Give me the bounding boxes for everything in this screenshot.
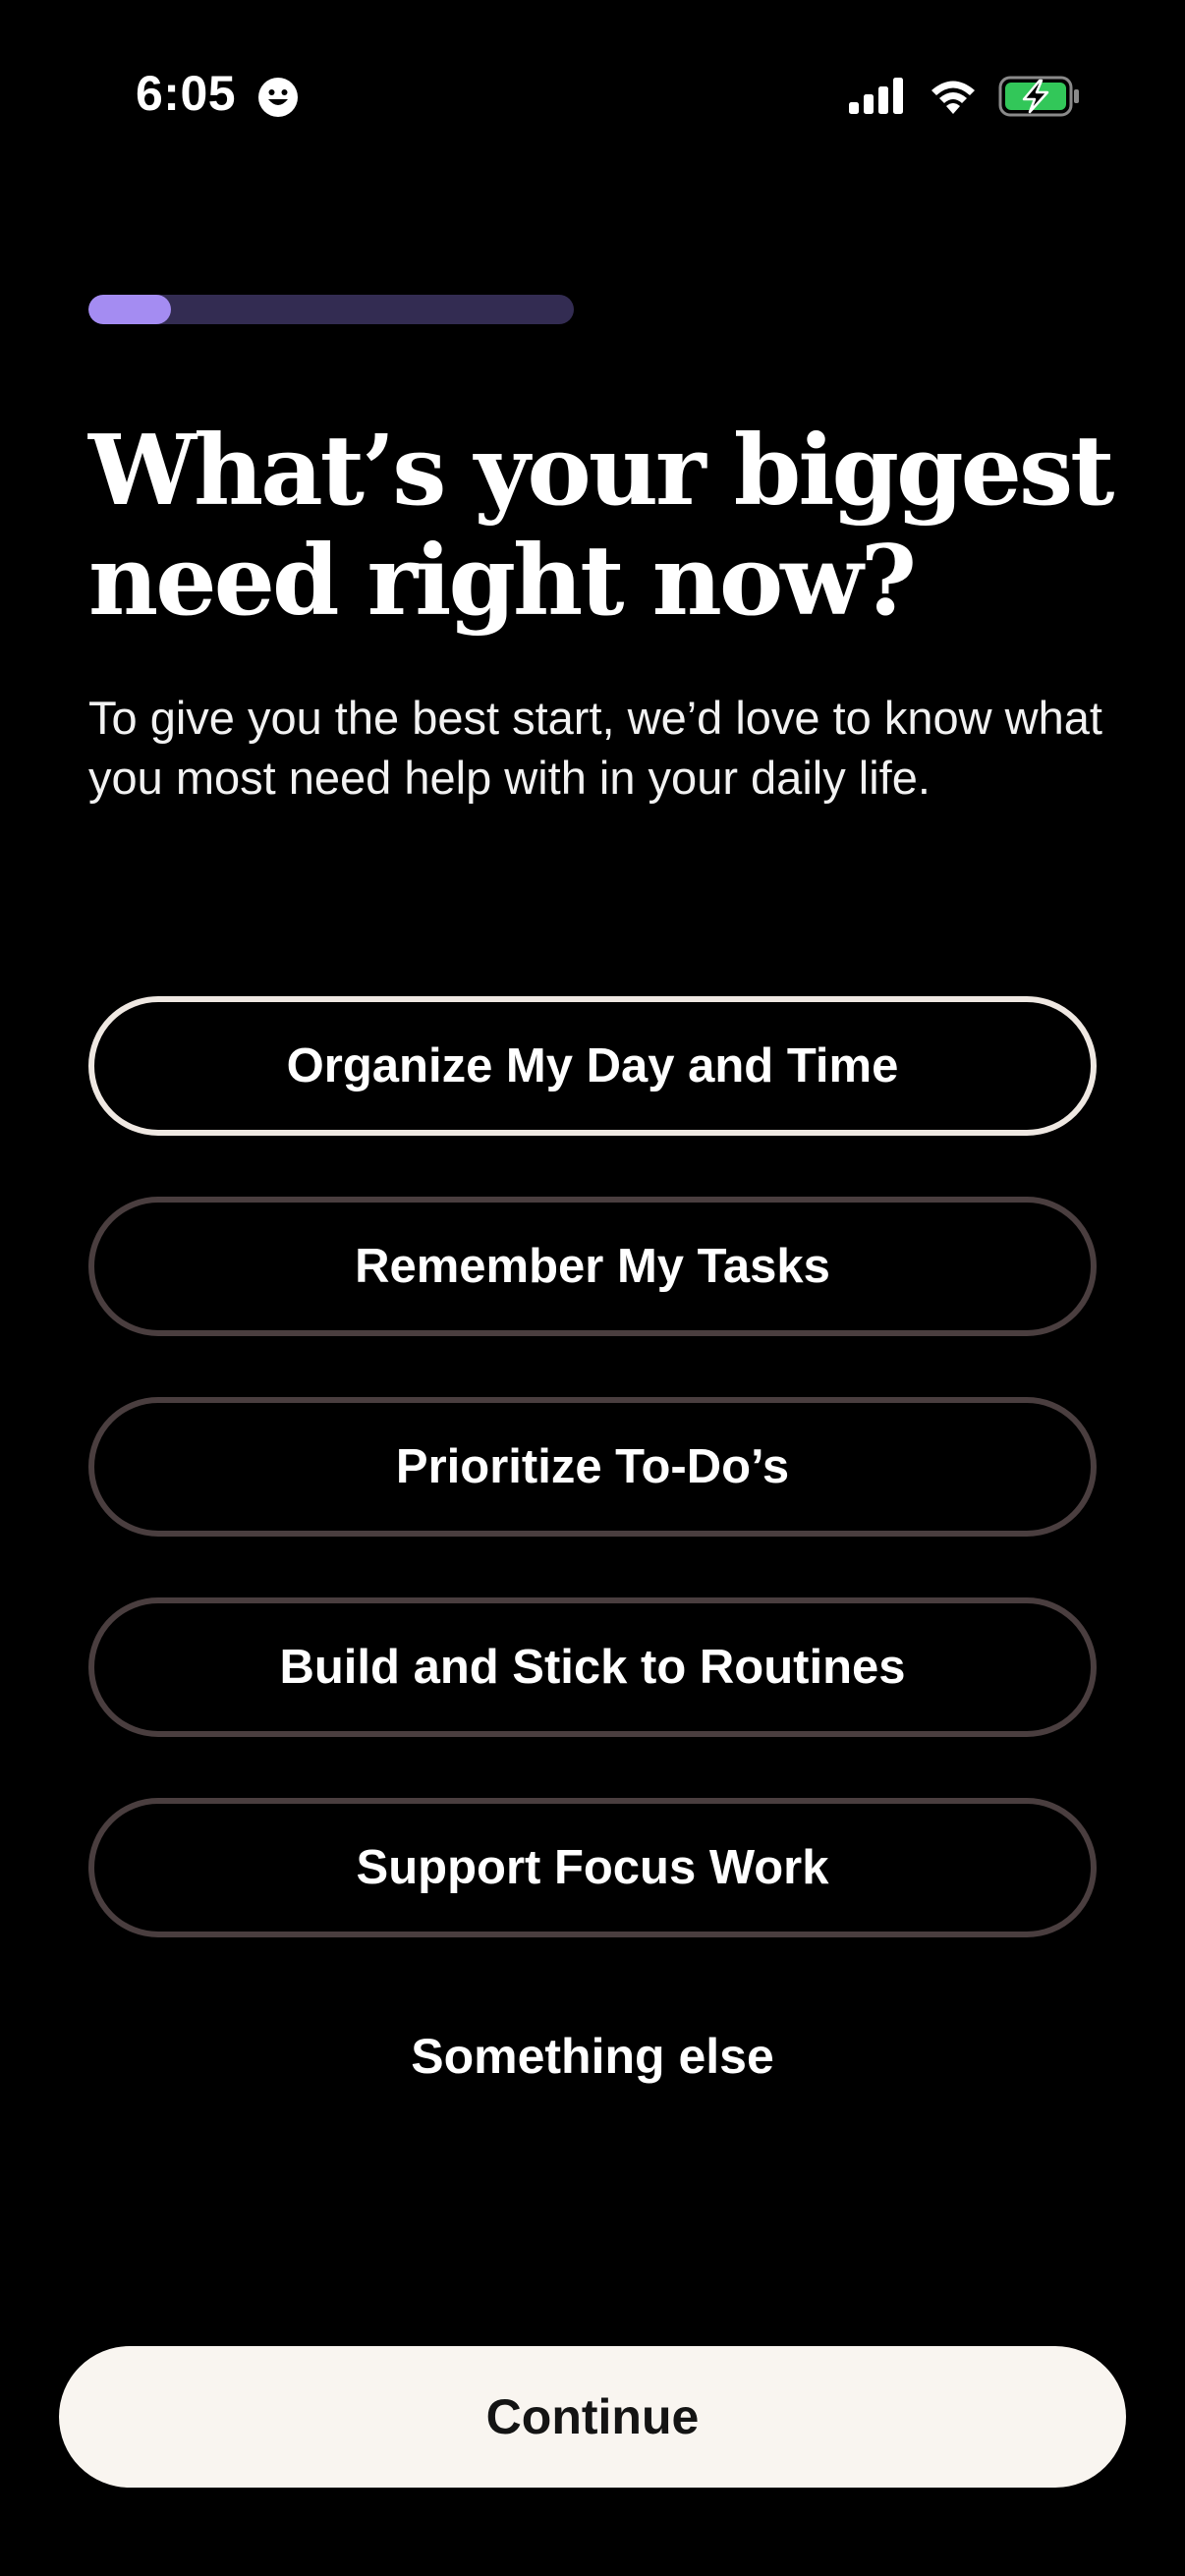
option-label: Build and Stick to Routines xyxy=(279,1641,906,1694)
progress-fill xyxy=(88,295,171,324)
option-label: Support Focus Work xyxy=(356,1841,829,1894)
option-label: Organize My Day and Time xyxy=(286,1039,899,1092)
cellular-signal-icon xyxy=(849,78,903,114)
smiley-focus-icon xyxy=(258,78,298,117)
wifi-icon xyxy=(931,81,975,114)
option-build-routines[interactable]: Build and Stick to Routines xyxy=(88,1597,1097,1737)
option-label: Prioritize To-Do’s xyxy=(395,1440,790,1493)
continue-label: Continue xyxy=(485,2389,700,2444)
battery-charging-icon xyxy=(998,76,1079,117)
option-organize-day[interactable]: Organize My Day and Time xyxy=(88,996,1097,1136)
something-else-link[interactable]: Something else xyxy=(88,2028,1097,2085)
page-title: What’s your biggest need right now? xyxy=(88,415,1114,638)
status-bar: 6:05 xyxy=(0,0,1185,196)
options-list: Organize My Day and Time Remember My Tas… xyxy=(88,996,1097,1998)
option-prioritize-todos[interactable]: Prioritize To-Do’s xyxy=(88,1397,1097,1537)
option-label: Remember My Tasks xyxy=(355,1240,830,1293)
option-remember-tasks[interactable]: Remember My Tasks xyxy=(88,1197,1097,1336)
option-support-focus[interactable]: Support Focus Work xyxy=(88,1798,1097,1937)
status-time: 6:05 xyxy=(136,66,237,121)
page-subtitle: To give you the best start, we’d love to… xyxy=(88,692,1102,804)
continue-button[interactable]: Continue xyxy=(59,2346,1126,2488)
onboarding-progress-bar xyxy=(88,295,574,324)
